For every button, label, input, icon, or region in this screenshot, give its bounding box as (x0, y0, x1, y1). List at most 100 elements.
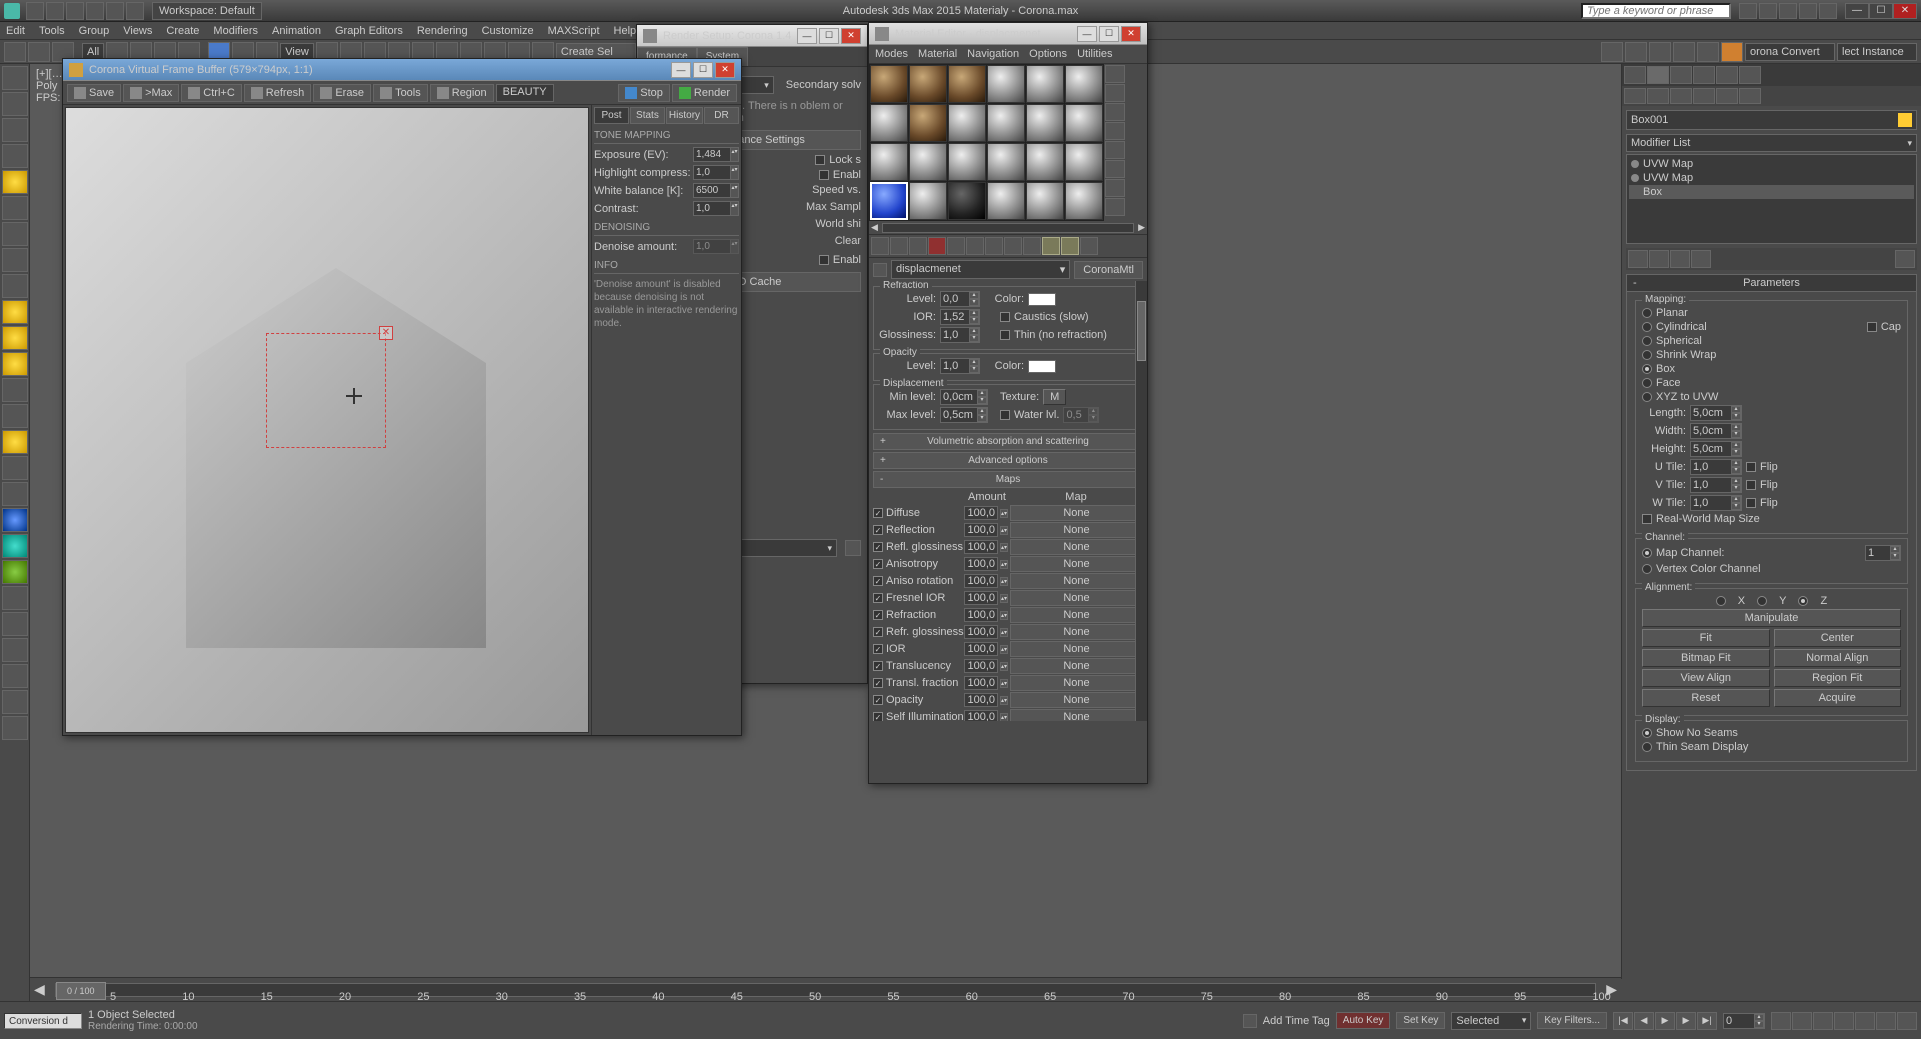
radio-thinseam[interactable] (1642, 742, 1652, 752)
vfb-tab-dr[interactable]: DR (704, 107, 739, 124)
radio-z[interactable] (1798, 596, 1808, 606)
material-type-button[interactable]: CoronaMtl (1074, 261, 1143, 279)
lt-prim4-icon[interactable] (2, 352, 28, 376)
params-scrollbar[interactable] (1135, 281, 1147, 721)
me-menu-modes[interactable]: Modes (875, 48, 908, 60)
material-slot[interactable] (1026, 182, 1064, 220)
map-enable-check[interactable]: ✓ (873, 576, 883, 586)
tb-material-editor-icon[interactable] (1649, 42, 1671, 62)
sub-save-icon[interactable] (1670, 88, 1692, 104)
map-enable-check[interactable]: ✓ (873, 542, 883, 552)
caustics-check[interactable] (1000, 312, 1010, 322)
render-setup-titlebar[interactable]: Render Setup: Corona 1.4 —☐✕ (637, 25, 867, 47)
object-color-swatch[interactable] (1898, 113, 1912, 127)
vfb-tab-post[interactable]: Post (594, 107, 629, 124)
op-level-spinner[interactable]: ▴▾ (940, 358, 980, 374)
radio-face[interactable] (1642, 378, 1652, 388)
vfb-render-button[interactable]: Render (672, 84, 737, 102)
me-pick-icon[interactable] (873, 263, 887, 277)
me-delete-icon[interactable] (928, 237, 946, 255)
wflip-check[interactable] (1746, 498, 1756, 508)
vfb-erase-button[interactable]: Erase (313, 84, 371, 102)
me-video-icon[interactable] (1105, 141, 1125, 159)
qat-new-icon[interactable] (26, 2, 44, 20)
map-amount[interactable]: 100,0 (964, 625, 998, 639)
me-get-icon[interactable] (871, 237, 889, 255)
me-assign-icon[interactable] (909, 237, 927, 255)
lt-cone-icon[interactable] (2, 378, 28, 402)
qat-undo-icon[interactable] (86, 2, 104, 20)
tab-utilities-icon[interactable] (1739, 66, 1761, 84)
vflip-check[interactable] (1746, 480, 1756, 490)
lt-misc2-icon[interactable] (2, 638, 28, 662)
menu-rendering[interactable]: Rendering (417, 25, 468, 37)
radio-cylindrical[interactable] (1642, 322, 1652, 332)
lt-tube-icon[interactable] (2, 222, 28, 246)
menu-modifiers[interactable]: Modifiers (213, 25, 258, 37)
lt-rock-icon[interactable] (2, 586, 28, 610)
lt-helper3-icon[interactable] (2, 534, 28, 558)
me-copy-icon[interactable] (947, 237, 965, 255)
me-show-end-icon[interactable] (1042, 237, 1060, 255)
goto-start-icon[interactable]: |◀ (1613, 1012, 1633, 1030)
map-enable-check[interactable]: ✓ (873, 508, 883, 518)
menu-group[interactable]: Group (79, 25, 110, 37)
pan-icon[interactable] (1813, 1012, 1833, 1030)
thin-check[interactable] (1000, 330, 1010, 340)
vfb-titlebar[interactable]: Corona Virtual Frame Buffer (579×794px, … (63, 59, 741, 81)
zoom-all-icon[interactable] (1792, 1012, 1812, 1030)
material-slot[interactable] (909, 143, 947, 181)
help-search-input[interactable] (1581, 3, 1731, 19)
lt-help-icon[interactable] (2, 716, 28, 740)
vfb-render-view[interactable]: ✕ (65, 107, 589, 733)
map-enable-check[interactable]: ✓ (873, 695, 883, 705)
keymode-combo[interactable]: Selected (1451, 1012, 1531, 1030)
tab-hierarchy-icon[interactable] (1670, 66, 1692, 84)
setkey-button[interactable]: Set Key (1396, 1012, 1445, 1029)
max-viewport-icon[interactable] (1897, 1012, 1917, 1030)
slot-scrollbar[interactable] (882, 223, 1134, 233)
material-slot[interactable] (909, 104, 947, 142)
utile-spinner[interactable]: ▴▾ (1690, 459, 1742, 475)
material-slot[interactable] (1065, 65, 1103, 103)
region-close-icon[interactable]: ✕ (379, 326, 393, 340)
map-enable-check[interactable]: ✓ (873, 644, 883, 654)
info-icon[interactable] (1819, 3, 1837, 19)
lt-cylinder-icon[interactable] (2, 118, 28, 142)
width-spinner[interactable]: ▴▾ (1690, 423, 1742, 439)
adv-rollout-header[interactable]: Advanced options (873, 452, 1143, 469)
sub-more-icon[interactable] (1716, 88, 1738, 104)
rs-min-button[interactable]: — (797, 28, 817, 44)
qat-save-icon[interactable] (66, 2, 84, 20)
menu-tools[interactable]: Tools (39, 25, 65, 37)
close-button[interactable]: ✕ (1893, 3, 1917, 19)
me-go-sibling-icon[interactable] (1080, 237, 1098, 255)
lt-misc3-icon[interactable] (2, 664, 28, 688)
material-slot[interactable] (870, 104, 908, 142)
map-amount[interactable]: 100,0 (964, 574, 998, 588)
refr-ior-spinner[interactable]: ▴▾ (940, 309, 980, 325)
sub-sets-icon[interactable] (1693, 88, 1715, 104)
menu-animation[interactable]: Animation (272, 25, 321, 37)
tb-render-icon[interactable] (1721, 42, 1743, 62)
material-slot[interactable] (1065, 182, 1103, 220)
realworld-check[interactable] (1642, 514, 1652, 524)
me-menu-utilities[interactable]: Utilities (1077, 48, 1112, 60)
map-amount[interactable]: 100,0 (964, 676, 998, 690)
me-menu-navigation[interactable]: Navigation (967, 48, 1019, 60)
stack-item[interactable]: Box (1629, 185, 1914, 199)
rollout-header[interactable]: Parameters (1627, 275, 1916, 292)
lt-gear-icon[interactable] (2, 248, 28, 272)
menu-maxscript[interactable]: MAXScript (548, 25, 600, 37)
vfb-tools-button[interactable]: Tools (373, 84, 428, 102)
me-make-unique-icon[interactable] (966, 237, 984, 255)
vfb-tab-history[interactable]: History (666, 107, 703, 124)
lt-misc4-icon[interactable] (2, 690, 28, 714)
vfb-region-button[interactable]: Region (430, 84, 494, 102)
lt-plant-icon[interactable] (2, 560, 28, 584)
radio-vertexcolor[interactable] (1642, 564, 1652, 574)
material-slot[interactable] (1065, 104, 1103, 142)
radio-y[interactable] (1757, 596, 1767, 606)
map-amount[interactable]: 100,0 (964, 710, 998, 721)
tab-create-icon[interactable] (1624, 66, 1646, 84)
